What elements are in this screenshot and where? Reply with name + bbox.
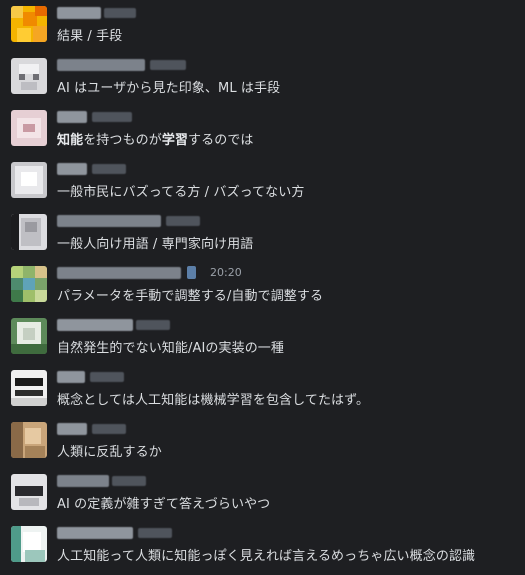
message-item: AI はユーザから見た印象、ML は手段: [0, 54, 525, 106]
message-feed: 結果 / 手段 AI はユーザから見た印象、ML は手段 知能を持つものが学習す…: [0, 0, 525, 575]
message-item: 自然発生的でない知能/AIの実装の一種: [0, 314, 525, 366]
user-avatar[interactable]: [11, 474, 47, 510]
timestamp: [92, 112, 132, 122]
author-name[interactable]: [57, 267, 181, 279]
user-avatar[interactable]: [11, 110, 47, 146]
user-avatar[interactable]: [11, 318, 47, 354]
timestamp: [104, 8, 136, 18]
message-content: 人工知能って人類に知能っぽく見えれば言えるめっちゃ広い概念の認識: [57, 549, 476, 564]
message-content: 一般市民にバズってる方 / バズってない方: [57, 185, 305, 200]
user-avatar[interactable]: [11, 58, 47, 94]
bold-text: 学習: [161, 133, 189, 148]
message-item: 人工知能って人類に知能っぽく見えれば言えるめっちゃ広い概念の認識: [0, 522, 525, 574]
user-avatar[interactable]: [11, 214, 47, 250]
message-item: 一般市民にバズってる方 / バズってない方: [0, 158, 525, 210]
timestamp: [92, 424, 126, 434]
message-content: AI はユーザから見た印象、ML は手段: [57, 81, 281, 96]
bold-text: 知能: [57, 133, 84, 148]
message-content: AI の定義が雑すぎて答えづらいやつ: [57, 497, 271, 512]
user-avatar[interactable]: [11, 370, 47, 406]
message-item: 概念としては人工知能は機械学習を包含してたはず。: [0, 366, 525, 418]
message-content: 自然発生的でない知能/AIの実装の一種: [57, 341, 285, 356]
author-name[interactable]: [57, 215, 161, 227]
message-item: 知能を持つものが学習するのでは: [0, 106, 525, 158]
message-item: 結果 / 手段: [0, 2, 525, 54]
timestamp: [136, 320, 170, 330]
author-name[interactable]: [57, 371, 85, 383]
author-name[interactable]: [57, 319, 133, 331]
timestamp: [150, 60, 186, 70]
timestamp: [112, 476, 146, 486]
author-name[interactable]: [57, 7, 101, 19]
message-item: 一般人向け用語 / 専門家向け用語: [0, 210, 525, 262]
timestamp: [138, 528, 172, 538]
message-content: 概念としては人工知能は機械学習を包含してたはず。: [57, 393, 370, 408]
role-badge-icon: [187, 266, 196, 279]
author-name[interactable]: [57, 423, 87, 435]
message-item: 20:20 パラメータを手動で調整する/自動で調整する: [0, 262, 525, 314]
text-segment: するのでは: [188, 133, 254, 148]
timestamp: [166, 216, 200, 226]
message-content: 結果 / 手段: [57, 29, 123, 44]
timestamp: 20:20: [210, 266, 242, 279]
text-segment: を持つものが: [83, 133, 162, 148]
user-avatar[interactable]: [11, 6, 47, 42]
timestamp: [90, 372, 124, 382]
author-name[interactable]: [57, 111, 87, 123]
author-name[interactable]: [57, 59, 145, 71]
user-avatar[interactable]: [11, 422, 47, 458]
message-item: 人類に反乱するか: [0, 418, 525, 470]
author-name[interactable]: [57, 475, 109, 487]
user-avatar[interactable]: [11, 266, 47, 302]
author-name[interactable]: [57, 163, 87, 175]
author-name[interactable]: [57, 527, 133, 539]
user-avatar[interactable]: [11, 162, 47, 198]
message-content: パラメータを手動で調整する/自動で調整する: [57, 289, 324, 304]
message-item: AI の定義が雑すぎて答えづらいやつ: [0, 470, 525, 522]
message-content: 人類に反乱するか: [57, 445, 162, 460]
message-content: 知能を持つものが学習するのでは: [57, 129, 254, 148]
timestamp: [92, 164, 126, 174]
message-content: 一般人向け用語 / 専門家向け用語: [57, 237, 254, 252]
user-avatar[interactable]: [11, 526, 47, 562]
